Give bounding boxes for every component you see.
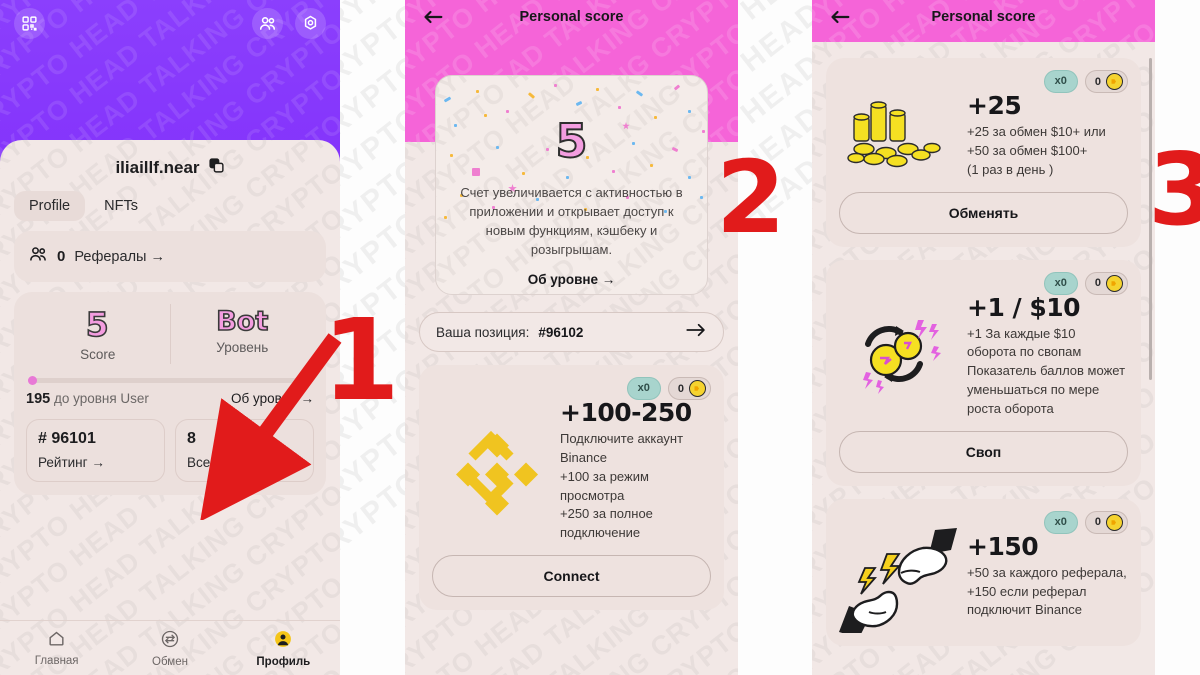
- phone3-content: TALKING CRYPTO HEAD TALKING CRYPTO HEAD …: [812, 42, 1155, 675]
- copy-icon[interactable]: [208, 157, 225, 179]
- nav-label-profile: Профиль: [256, 655, 311, 668]
- task-description: +1 За каждые $10 оборота по свопам Показ…: [967, 325, 1126, 416]
- annotation-number-3: 3: [1148, 131, 1200, 248]
- hero-score-value: 5: [554, 113, 588, 169]
- task-card-swap: x0 0 +1 / $10 +1 За каждые $10 оборота п…: [826, 259, 1141, 486]
- phone3-pink-header: TALKING CRYPTO HEAD TALKING CRYPTO HEAD …: [812, 0, 1155, 42]
- progress-caption: 195 до уровня User: [26, 391, 149, 407]
- hero-about-level-link[interactable]: Об уровне →: [436, 259, 707, 287]
- score-value: 5: [85, 305, 110, 344]
- home-icon: [49, 631, 64, 646]
- qr-code-icon[interactable]: [14, 8, 45, 39]
- people-icon[interactable]: [252, 8, 283, 39]
- phone-screen-2: TALKING CRYPTO HEAD TALKING CRYPTO HEAD …: [405, 0, 738, 675]
- referrals-count: 0: [57, 248, 66, 265]
- gear-icon[interactable]: [295, 8, 326, 39]
- nav-item-profile[interactable]: Профиль: [227, 629, 340, 668]
- coin-count-value: 0: [1094, 516, 1101, 529]
- annotation-arrow: [200, 333, 342, 520]
- rating-stat-box[interactable]: # 96101 Рейтинг →: [26, 418, 165, 482]
- nav-label-exchange: Обмен: [152, 655, 188, 668]
- tab-profile[interactable]: Profile: [14, 191, 86, 221]
- back-arrow-icon[interactable]: [423, 9, 443, 25]
- coin-count-value: 0: [1094, 277, 1101, 290]
- back-arrow-icon[interactable]: [830, 9, 850, 25]
- bottom-navigation: Главная Обмен Профиль: [0, 620, 340, 675]
- profile-tabs: Profile NFTs: [14, 191, 326, 221]
- task-amount: +150: [967, 531, 1039, 561]
- coin-count-value: 0: [677, 382, 684, 395]
- exchange-button[interactable]: Обменять: [839, 191, 1128, 234]
- screenshot-canvas: TALKING CRYPTO HEAD TALKING CRYPTO HEAD …: [0, 0, 1200, 675]
- swap-coins-icon: [839, 289, 957, 419]
- task-amount: +1 / $10: [967, 292, 1081, 322]
- page-title: Personal score: [519, 9, 624, 25]
- progress-remaining-text: до уровня User: [53, 390, 149, 406]
- progress-thumb[interactable]: [28, 375, 37, 385]
- binance-logo-icon: [432, 394, 550, 543]
- nav-item-home[interactable]: Главная: [0, 629, 113, 667]
- phone1-top-bar: [0, 0, 340, 39]
- referrals-card[interactable]: 0 Рефералы →: [14, 231, 326, 282]
- your-position-value: #96102: [538, 324, 584, 340]
- nav-item-exchange[interactable]: Обмен: [113, 629, 226, 668]
- score-column: 5 Score: [26, 304, 170, 364]
- nav-label-home: Главная: [34, 655, 79, 667]
- progress-remaining-value: 195: [26, 390, 51, 407]
- arrow-right-icon: [685, 323, 707, 342]
- task-amount: +100-250: [560, 398, 692, 427]
- profile-icon: [275, 630, 292, 647]
- task-description: Подключите аккаунт Binance +100 за режим…: [560, 431, 684, 541]
- tab-nfts[interactable]: NFTs: [89, 191, 153, 221]
- your-position-label: Ваша позиция:: [436, 324, 530, 340]
- task-card-referral: x0 0 +150 +50 за каждого реферала, +150 …: [826, 498, 1141, 646]
- swap-icon: [161, 630, 179, 647]
- account-name: iliaillf.near: [115, 158, 200, 177]
- task-card-exchange: x0 0 +25 +25 за обмен $10+ или +50 за об…: [826, 58, 1141, 247]
- annotation-number-2: 2: [716, 139, 786, 256]
- phone1-purple-header: TALKING CRYPTO HEAD TALKING CRYPTO HEAD …: [0, 0, 340, 162]
- task-amount: +25: [967, 91, 1022, 120]
- phone1-header-actions: [252, 8, 326, 39]
- phone-screen-3: TALKING CRYPTO HEAD TALKING CRYPTO HEAD …: [812, 0, 1155, 675]
- coin-count-value: 0: [1094, 75, 1101, 88]
- people-icon: [28, 244, 48, 269]
- rating-label: Рейтинг →: [38, 454, 105, 470]
- rating-value: # 96101: [38, 429, 96, 447]
- task-description: +50 за каждого реферала, +150 если рефер…: [967, 564, 1127, 618]
- score-label: Score: [80, 346, 116, 362]
- task-card-binance: x0 0 +100-250 Подключите аккаунт Binance…: [419, 365, 724, 611]
- score-hero-card: TALKING CRYPTO HEAD TALKING CRYPTO HEAD …: [435, 75, 708, 295]
- referrals-label: Рефералы →: [74, 248, 165, 265]
- fist-bump-icon: [839, 527, 957, 633]
- account-row: iliaillf.near: [14, 140, 326, 179]
- coin-stack-icon: [839, 87, 957, 180]
- connect-button[interactable]: Connect: [432, 555, 711, 598]
- task-description: +25 за обмен $10+ или +50 за обмен $100+…: [967, 124, 1106, 177]
- swap-button[interactable]: Своп: [839, 430, 1128, 473]
- hero-description: Счет увеличивается с активностью в прило…: [460, 185, 683, 257]
- page-title: Personal score: [931, 9, 1036, 25]
- your-position-row[interactable]: Ваша позиция: #96102: [419, 312, 724, 352]
